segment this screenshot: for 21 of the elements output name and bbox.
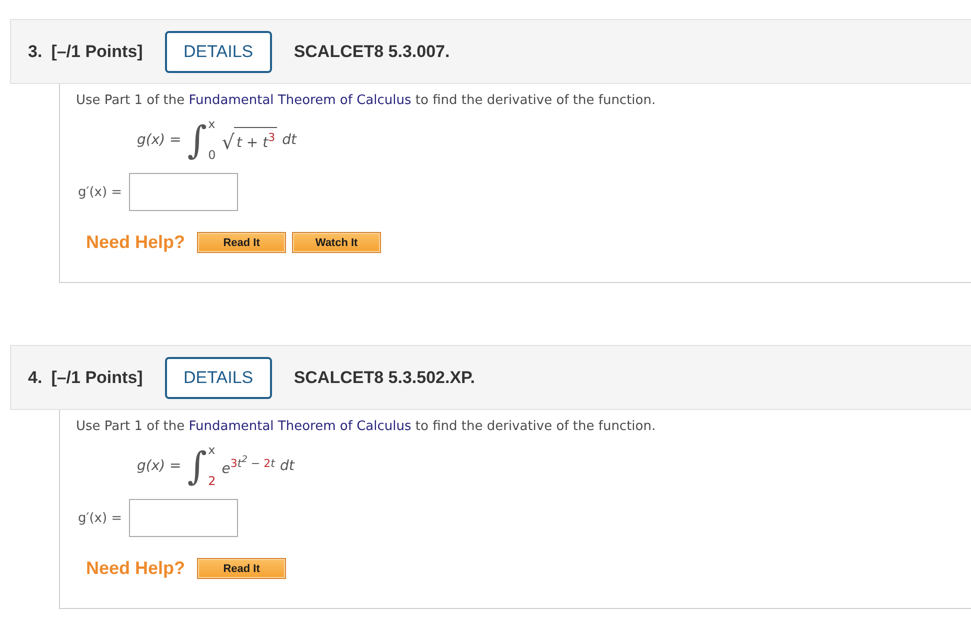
question-number: 4. xyxy=(28,368,42,388)
answer-field[interactable] xyxy=(129,499,238,537)
problem-code: SCALCET8 5.3.502.XP. xyxy=(294,368,475,388)
help-label: Need Help? xyxy=(86,232,186,253)
question-prompt: Use Part 1 of the Fundamental Theorem of Calculus to find the derivative of the function. xyxy=(76,93,656,109)
help-button[interactable]: Read It xyxy=(197,558,286,579)
theorem-link[interactable]: Fundamental Theorem of Calculus xyxy=(188,93,412,108)
details-button[interactable]: DETAILS xyxy=(164,356,272,398)
question-number: 3. xyxy=(28,42,42,62)
help-button[interactable]: Watch It xyxy=(292,232,382,253)
answer-label: g′(x) = xyxy=(78,510,122,526)
theorem-link[interactable]: Fundamental Theorem of Calculus xyxy=(188,419,412,434)
help-label: Need Help? xyxy=(86,558,186,579)
help-button[interactable]: Read It xyxy=(197,232,286,253)
answer-label: g′(x) = xyxy=(78,184,122,200)
answer-field[interactable] xyxy=(129,173,238,211)
problem-code: SCALCET8 5.3.007. xyxy=(294,42,450,62)
question-prompt: Use Part 1 of the Fundamental Theorem of Calculus to find the derivative of the function. xyxy=(76,419,656,435)
points-label: [–/1 Points] xyxy=(51,42,143,62)
details-button[interactable]: DETAILS xyxy=(164,30,272,72)
points-label: [–/1 Points] xyxy=(51,368,143,388)
